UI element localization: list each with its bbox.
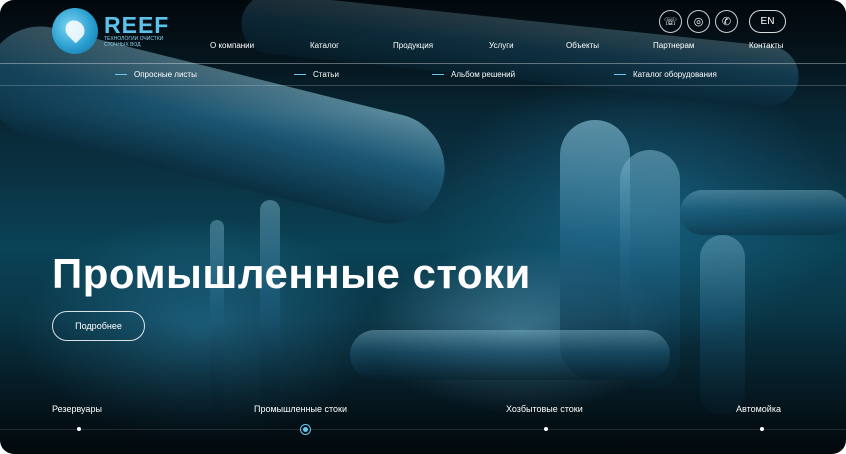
slide-tab-industrial[interactable]: Промышленные стоки — [254, 404, 347, 414]
main-nav: О компании Каталог Продукция Услуги Объе… — [0, 41, 846, 53]
nav-item-about[interactable]: О компании — [210, 41, 254, 50]
language-switch-button[interactable]: EN — [749, 10, 786, 33]
nav-item-contacts[interactable]: Контакты — [749, 41, 784, 50]
nav-item-services[interactable]: Услуги — [489, 41, 514, 50]
subnav-divider — [0, 85, 846, 86]
slide-tab-domestic[interactable]: Хозбытовые стоки — [506, 404, 583, 414]
whatsapp-icon[interactable]: ✆ — [715, 10, 738, 33]
nav-item-objects[interactable]: Объекты — [566, 41, 599, 50]
subnav-item-solutions-album[interactable]: Альбом решений — [451, 70, 515, 79]
instagram-icon[interactable]: ◎ — [687, 10, 710, 33]
slide-tab-reservoirs[interactable]: Резервуары — [52, 404, 102, 414]
image-overlay — [0, 0, 846, 454]
subnav-item-equipment-catalog[interactable]: Каталог оборудования — [633, 70, 717, 79]
nav-item-catalog[interactable]: Каталог — [310, 41, 339, 50]
hero-background — [0, 0, 846, 454]
more-button[interactable]: Подробнее — [52, 311, 145, 341]
hero-title: Промышленные стоки — [52, 250, 531, 297]
header-contacts: ☏ ◎ ✆ EN — [659, 10, 786, 33]
nav-item-partners[interactable]: Партнерам — [653, 41, 694, 50]
slide-dot-active[interactable] — [300, 424, 311, 435]
nav-item-products[interactable]: Продукция — [393, 41, 433, 50]
slide-dot[interactable] — [544, 427, 548, 431]
slide-dot[interactable] — [77, 427, 81, 431]
logo-title: REEF — [104, 12, 170, 38]
subnav-dash — [115, 74, 127, 75]
subnav-item-articles[interactable]: Статьи — [313, 70, 339, 79]
nav-divider — [0, 63, 846, 64]
slide-dot[interactable] — [760, 427, 764, 431]
subnav-dash — [432, 74, 444, 75]
subnav-item-questionnaires[interactable]: Опросные листы — [134, 70, 197, 79]
slide-tab-carwash[interactable]: Автомойка — [736, 404, 781, 414]
slider-track — [0, 429, 846, 430]
subnav-dash — [294, 74, 306, 75]
subnav-dash — [614, 74, 626, 75]
viber-icon[interactable]: ☏ — [659, 10, 682, 33]
